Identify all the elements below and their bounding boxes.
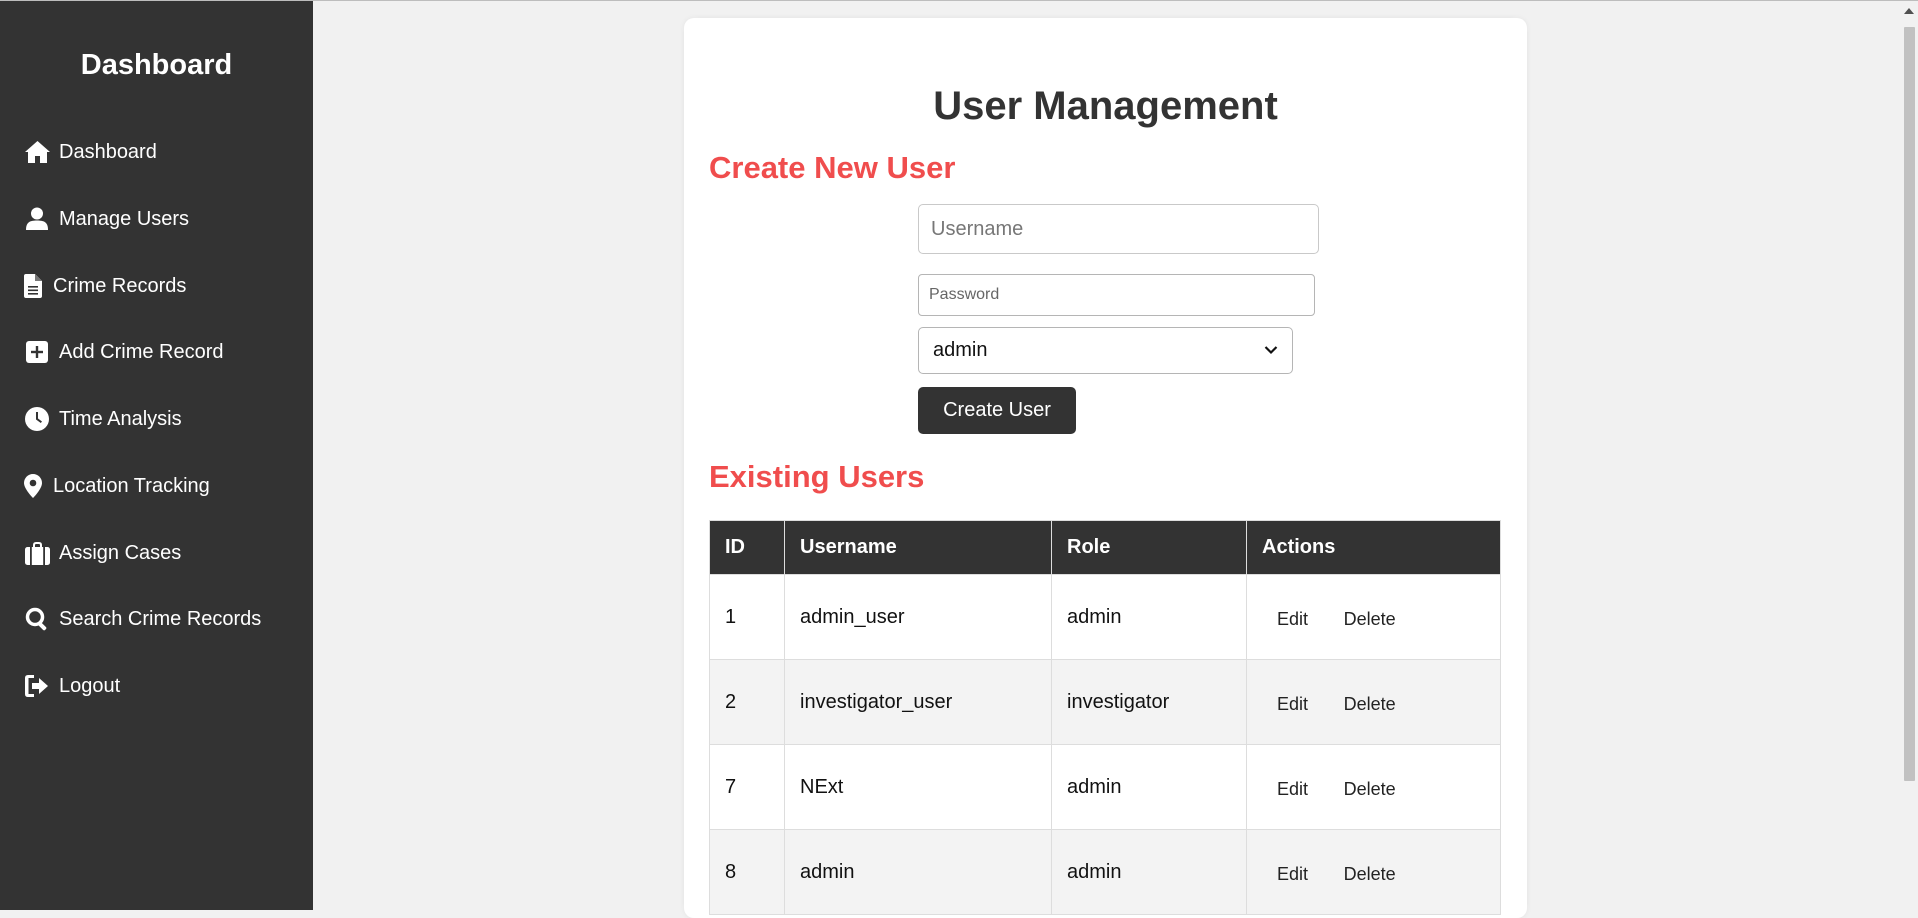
- sidebar: Dashboard Dashboard Manage Users Crime R…: [0, 1, 313, 910]
- column-header-id: ID: [709, 520, 785, 575]
- password-input[interactable]: [918, 274, 1315, 316]
- home-icon: [23, 138, 51, 166]
- sidebar-item-crime-records[interactable]: Crime Records: [23, 268, 186, 304]
- cell-actions: Edit Delete: [1246, 659, 1501, 745]
- cell-id: 1: [709, 574, 785, 660]
- sidebar-item-assign-cases[interactable]: Assign Cases: [23, 535, 181, 571]
- sidebar-item-label: Logout: [59, 674, 121, 697]
- sidebar-item-search-crime-records[interactable]: Search Crime Records: [23, 601, 261, 637]
- delete-button[interactable]: Delete: [1329, 688, 1411, 715]
- cell-username: NExt: [784, 744, 1052, 830]
- role-select-value: admin: [933, 339, 988, 361]
- cell-username: admin_user: [784, 574, 1052, 660]
- delete-button[interactable]: Delete: [1329, 773, 1411, 800]
- role-select[interactable]: admin: [918, 327, 1293, 374]
- cell-role: admin: [1051, 744, 1247, 830]
- scrollbar-thumb[interactable]: [1904, 27, 1915, 781]
- sidebar-item-label: Add Crime Record: [59, 340, 224, 363]
- sidebar-item-time-analysis[interactable]: Time Analysis: [23, 401, 182, 437]
- edit-button[interactable]: Edit: [1262, 773, 1323, 800]
- clock-icon: [23, 405, 51, 433]
- search-icon: [23, 605, 51, 633]
- cell-role: investigator: [1051, 659, 1247, 745]
- page-title: User Management: [933, 84, 1278, 128]
- create-user-heading: Create New User: [709, 150, 956, 185]
- create-user-button[interactable]: Create User: [918, 387, 1076, 434]
- sidebar-item-location-tracking[interactable]: Location Tracking: [23, 468, 210, 504]
- cell-actions: Edit Delete: [1246, 574, 1501, 660]
- user-icon: [23, 205, 51, 233]
- map-pin-icon: [23, 472, 43, 500]
- chevron-down-icon: [1264, 342, 1278, 360]
- sidebar-item-manage-users[interactable]: Manage Users: [23, 201, 189, 237]
- sidebar-item-dashboard[interactable]: Dashboard: [23, 134, 157, 170]
- cell-username: admin: [784, 829, 1052, 915]
- user-management-card: User Management Create New User admin Cr…: [684, 18, 1527, 918]
- cell-role: admin: [1051, 829, 1247, 915]
- existing-users-heading: Existing Users: [709, 459, 925, 494]
- delete-button[interactable]: Delete: [1329, 603, 1411, 630]
- plus-square-icon: [23, 338, 51, 366]
- column-header-role: Role: [1051, 520, 1247, 575]
- username-input[interactable]: [918, 204, 1319, 254]
- file-icon: [23, 272, 43, 300]
- table-row: 1 admin_user admin Edit Delete: [709, 574, 1501, 660]
- table-row: 2 investigator_user investigator Edit De…: [709, 659, 1501, 745]
- scroll-up-arrow-icon[interactable]: [1904, 8, 1914, 14]
- delete-button[interactable]: Delete: [1329, 858, 1411, 885]
- table-row: 8 admin admin Edit Delete: [709, 829, 1501, 915]
- sidebar-item-label: Manage Users: [59, 207, 190, 230]
- cell-actions: Edit Delete: [1246, 829, 1501, 915]
- sidebar-item-logout[interactable]: Logout: [23, 668, 120, 704]
- edit-button[interactable]: Edit: [1262, 603, 1323, 630]
- logout-icon: [23, 672, 51, 700]
- cell-actions: Edit Delete: [1246, 744, 1501, 830]
- page-scrollbar[interactable]: [1900, 1, 1918, 910]
- cell-id: 8: [709, 829, 785, 915]
- cell-id: 2: [709, 659, 785, 745]
- table-header-row: ID Username Role Actions: [709, 520, 1501, 575]
- column-header-actions: Actions: [1246, 520, 1501, 575]
- users-table: ID Username Role Actions 1 admin_user ad…: [709, 520, 1501, 915]
- sidebar-title: Dashboard: [80, 49, 233, 81]
- briefcase-icon: [23, 539, 51, 567]
- sidebar-item-label: Assign Cases: [59, 541, 182, 564]
- edit-button[interactable]: Edit: [1262, 688, 1323, 715]
- sidebar-item-label: Dashboard: [59, 140, 157, 163]
- sidebar-item-label: Location Tracking: [53, 474, 210, 497]
- cell-id: 7: [709, 744, 785, 830]
- sidebar-item-label: Time Analysis: [59, 407, 182, 430]
- sidebar-item-label: Crime Records: [53, 274, 187, 297]
- column-header-username: Username: [784, 520, 1052, 575]
- sidebar-item-add-crime-record[interactable]: Add Crime Record: [23, 334, 224, 370]
- sidebar-item-label: Search Crime Records: [59, 607, 262, 630]
- cell-role: admin: [1051, 574, 1247, 660]
- table-row: 7 NExt admin Edit Delete: [709, 744, 1501, 830]
- edit-button[interactable]: Edit: [1262, 858, 1323, 885]
- cell-username: investigator_user: [784, 659, 1052, 745]
